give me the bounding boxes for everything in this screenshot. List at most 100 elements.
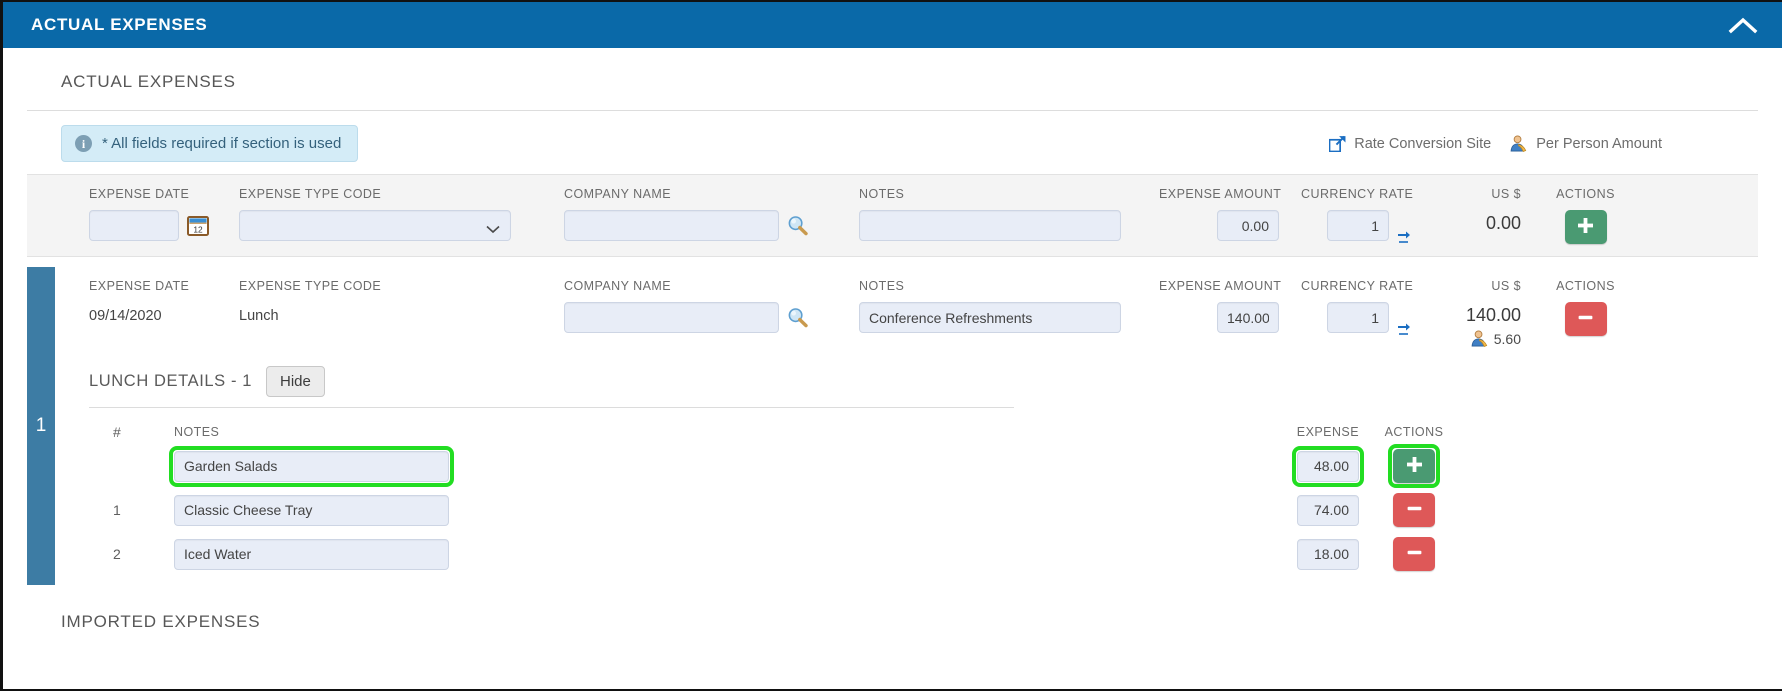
detail-row-number: 2 bbox=[113, 546, 121, 562]
expense-entry-row: EXPENSE DATE 12 EXPENSE TYPE CODE COMPAN… bbox=[27, 174, 1758, 257]
expense-amount-input[interactable] bbox=[1217, 210, 1279, 241]
company-name-input[interactable] bbox=[564, 210, 779, 241]
info-row: i * All fields required if section is us… bbox=[27, 111, 1758, 174]
currency-swap-icon[interactable] bbox=[1397, 230, 1411, 244]
currency-rate-input[interactable] bbox=[1327, 210, 1389, 241]
per-person-amount-link[interactable]: Per Person Amount bbox=[1509, 134, 1662, 153]
detail-notes-cell bbox=[174, 538, 1239, 570]
person-icon bbox=[1509, 134, 1528, 153]
notes-input-row[interactable] bbox=[859, 302, 1121, 333]
minus-icon bbox=[1405, 499, 1424, 522]
col-header-notes-2: NOTES bbox=[859, 279, 905, 293]
col-header-expense-date: EXPENSE DATE bbox=[89, 187, 190, 201]
details-column-headers: # NOTES EXPENSE ACTIONS bbox=[89, 408, 1758, 444]
data-expense-type-cell: EXPENSE TYPE CODE Lunch bbox=[239, 277, 564, 324]
detail-notes-input[interactable] bbox=[174, 450, 449, 482]
col-header-expense-date-2: EXPENSE DATE bbox=[89, 279, 190, 293]
detail-expense-cell bbox=[1239, 538, 1359, 570]
company-name-input-row[interactable] bbox=[564, 302, 779, 333]
row-number: 1 bbox=[35, 415, 47, 436]
detail-row bbox=[89, 444, 1758, 488]
col-header-notes: NOTES bbox=[859, 187, 905, 201]
col-header-actions-2: ACTIONS bbox=[1556, 279, 1615, 293]
col-header-expense-amount-2: EXPENSE AMOUNT bbox=[1159, 279, 1282, 293]
col-header-detail-expense: EXPENSE bbox=[1296, 425, 1359, 439]
expense-data-row: 1 EXPENSE DATE 09/14/2020 EXPENSE TYPE C… bbox=[27, 257, 1758, 590]
row-accent-bar: 1 bbox=[27, 267, 55, 585]
expense-type-code-select[interactable] bbox=[239, 210, 511, 241]
currency-rate-input-row[interactable] bbox=[1327, 302, 1389, 333]
data-expense-date-cell: EXPENSE DATE 09/14/2020 bbox=[89, 277, 239, 324]
per-person-amount-value: 5.60 bbox=[1493, 330, 1521, 347]
rate-conversion-site-link[interactable]: Rate Conversion Site bbox=[1329, 135, 1491, 152]
col-header-expense-type-code-2: EXPENSE TYPE CODE bbox=[239, 279, 382, 293]
minus-icon bbox=[1576, 308, 1595, 331]
entry-company-name-cell: COMPANY NAME bbox=[564, 185, 839, 241]
detail-expense-cell bbox=[1239, 445, 1364, 487]
expense-date-input[interactable] bbox=[89, 210, 179, 241]
detail-notes-highlight bbox=[169, 445, 454, 487]
calendar-icon[interactable]: 12 bbox=[187, 215, 209, 236]
expense-date-value: 09/14/2020 bbox=[89, 308, 162, 324]
entry-expense-type-cell: EXPENSE TYPE CODE bbox=[239, 185, 564, 241]
panel-header-title: ACTUAL EXPENSES bbox=[31, 15, 208, 34]
data-currency-rate-cell: CURRENCY RATE bbox=[1301, 277, 1413, 336]
minus-icon bbox=[1405, 543, 1424, 566]
plus-icon bbox=[1405, 455, 1424, 478]
data-notes-cell: NOTES bbox=[859, 277, 1159, 333]
entry-expense-date-cell: EXPENSE DATE 12 bbox=[89, 185, 239, 241]
detail-notes-cell bbox=[174, 494, 1239, 526]
detail-notes-input[interactable] bbox=[174, 538, 449, 570]
col-header-us-dollar-2: US $ bbox=[1491, 279, 1521, 293]
rate-conversion-site-label: Rate Conversion Site bbox=[1354, 135, 1492, 152]
svg-text:12: 12 bbox=[193, 224, 203, 234]
detail-actions-cell bbox=[1359, 444, 1469, 488]
magnifier-icon[interactable] bbox=[787, 215, 808, 236]
entry-currency-rate-cell: CURRENCY RATE bbox=[1301, 185, 1414, 244]
imported-expenses-title: IMPORTED EXPENSES bbox=[61, 612, 261, 631]
add-expense-button[interactable] bbox=[1564, 210, 1607, 244]
info-circle-icon: i bbox=[75, 135, 92, 152]
currency-swap-icon[interactable] bbox=[1397, 322, 1411, 336]
remove-expense-button[interactable] bbox=[1564, 302, 1607, 336]
lunch-details-section: LUNCH DETAILS - 1 Hide # NOTES EXPENSE A… bbox=[89, 348, 1758, 584]
magnifier-icon[interactable] bbox=[787, 307, 808, 328]
col-header-company-name-2: COMPANY NAME bbox=[564, 279, 672, 293]
add-detail-button[interactable] bbox=[1393, 449, 1435, 483]
actual-expenses-panel: ACTUAL EXPENSES ACTUAL EXPENSES i * All … bbox=[0, 0, 1782, 691]
data-company-name-cell: COMPANY NAME bbox=[564, 277, 839, 333]
expense-amount-input-row[interactable] bbox=[1217, 302, 1279, 333]
detail-expense-cell bbox=[1239, 494, 1359, 526]
col-header-detail-actions: ACTIONS bbox=[1384, 425, 1444, 439]
required-fields-text: * All fields required if section is used bbox=[102, 135, 342, 152]
external-link-icon bbox=[1329, 135, 1346, 152]
plus-icon bbox=[1576, 216, 1595, 239]
lunch-details-title: LUNCH DETAILS - 1 bbox=[89, 372, 253, 390]
per-person-amount-label: Per Person Amount bbox=[1536, 135, 1662, 152]
detail-expense-input[interactable] bbox=[1297, 538, 1359, 570]
remove-detail-button[interactable] bbox=[1393, 493, 1435, 527]
entry-expense-amount-cell: EXPENSE AMOUNT bbox=[1159, 185, 1281, 241]
section-title: ACTUAL EXPENSES bbox=[27, 48, 1758, 111]
detail-expense-input[interactable] bbox=[1297, 494, 1359, 526]
detail-expense-input[interactable] bbox=[1297, 450, 1359, 482]
col-header-actions: ACTIONS bbox=[1556, 187, 1615, 201]
data-actions-cell: ACTIONS bbox=[1533, 277, 1638, 336]
col-header-currency-rate: CURRENCY RATE bbox=[1301, 187, 1414, 201]
chevron-up-icon[interactable] bbox=[1726, 12, 1760, 38]
data-usd-cell: US $ 140.00 5.60 bbox=[1421, 277, 1521, 348]
lunch-details-header: LUNCH DETAILS - 1 Hide bbox=[89, 366, 1014, 408]
entry-usd-cell: US $ 0.00 bbox=[1421, 185, 1521, 234]
remove-detail-button[interactable] bbox=[1393, 537, 1435, 571]
detail-notes-cell bbox=[169, 445, 1239, 487]
detail-row: 1 bbox=[89, 488, 1758, 532]
per-person-amount-value-wrap: 5.60 bbox=[1421, 329, 1521, 348]
detail-notes-input[interactable] bbox=[174, 494, 449, 526]
col-header-us-dollar: US $ bbox=[1491, 187, 1521, 201]
top-links: Rate Conversion Site Per Person Amount bbox=[1329, 134, 1758, 153]
hide-details-button[interactable]: Hide bbox=[266, 366, 325, 397]
data-expense-amount-cell: EXPENSE AMOUNT bbox=[1159, 277, 1282, 333]
panel-header: ACTUAL EXPENSES bbox=[3, 2, 1782, 48]
required-fields-notice: i * All fields required if section is us… bbox=[61, 125, 359, 162]
notes-input[interactable] bbox=[859, 210, 1121, 241]
